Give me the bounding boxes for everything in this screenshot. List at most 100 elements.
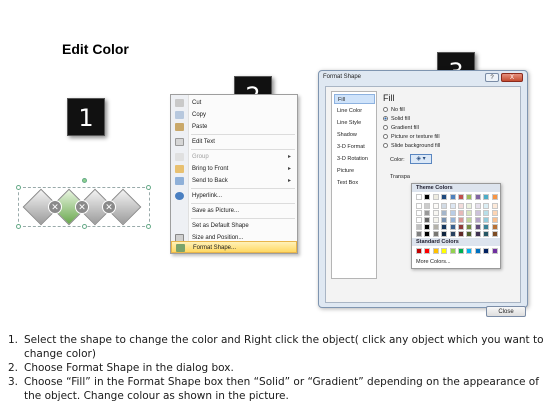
color-swatch[interactable] <box>491 210 498 216</box>
menu-item-set-default-shape[interactable]: Set as Default Shape <box>171 220 297 232</box>
standard-color-swatch[interactable] <box>416 248 422 254</box>
color-swatch[interactable] <box>491 217 498 223</box>
category-picture[interactable]: Picture <box>334 166 375 176</box>
color-swatch[interactable] <box>449 217 456 223</box>
color-swatch[interactable] <box>458 210 464 216</box>
color-picker-button[interactable]: ◈ ▾ <box>410 154 432 164</box>
color-swatch[interactable] <box>449 194 456 200</box>
color-swatch[interactable] <box>483 194 490 200</box>
color-swatch[interactable] <box>491 231 498 237</box>
color-swatch[interactable] <box>449 231 456 237</box>
help-button[interactable]: ? <box>485 73 499 82</box>
color-swatch[interactable] <box>424 231 431 237</box>
color-swatch[interactable] <box>449 224 456 230</box>
menu-item-paste[interactable]: Paste <box>171 121 297 133</box>
color-swatch[interactable] <box>483 217 490 223</box>
color-swatch[interactable] <box>416 203 422 209</box>
color-swatch[interactable] <box>474 203 481 209</box>
color-swatch[interactable] <box>449 210 456 216</box>
color-swatch[interactable] <box>441 217 448 223</box>
color-swatch[interactable] <box>458 224 464 230</box>
color-swatch[interactable] <box>441 194 448 200</box>
color-swatch[interactable] <box>432 203 439 209</box>
category-line-color[interactable]: Line Color <box>334 106 375 116</box>
menu-item-send-to-back[interactable]: Send to Back ▸ <box>171 175 297 187</box>
color-swatch[interactable] <box>466 194 473 200</box>
menu-item-group[interactable]: Group ▸ <box>171 151 297 163</box>
category-line-style[interactable]: Line Style <box>334 118 375 128</box>
standard-color-swatch[interactable] <box>474 248 481 254</box>
color-swatch[interactable] <box>432 217 439 223</box>
standard-color-swatch[interactable] <box>424 248 431 254</box>
color-swatch[interactable] <box>424 203 431 209</box>
color-swatch[interactable] <box>491 224 498 230</box>
radio-button[interactable] <box>383 116 388 121</box>
color-swatch[interactable] <box>424 217 431 223</box>
color-swatch[interactable] <box>416 224 422 230</box>
color-swatch[interactable] <box>458 203 464 209</box>
resize-handle[interactable] <box>82 224 87 229</box>
color-swatch[interactable] <box>441 210 448 216</box>
color-swatch[interactable] <box>466 203 473 209</box>
color-swatch[interactable] <box>466 224 473 230</box>
color-swatch[interactable] <box>416 194 422 200</box>
color-swatch[interactable] <box>491 203 498 209</box>
color-swatch[interactable] <box>474 231 481 237</box>
color-swatch[interactable] <box>432 231 439 237</box>
resize-handle[interactable] <box>16 185 21 190</box>
menu-item-bring-to-front[interactable]: Bring to Front ▸ <box>171 163 297 175</box>
color-swatch[interactable] <box>441 203 448 209</box>
radio-button[interactable] <box>383 107 388 112</box>
color-swatch[interactable] <box>491 194 498 200</box>
category-fill[interactable]: Fill <box>334 94 375 104</box>
color-swatch[interactable] <box>483 231 490 237</box>
color-swatch[interactable] <box>432 194 439 200</box>
radio-button[interactable] <box>383 125 388 130</box>
menu-item-copy[interactable]: Copy <box>171 109 297 121</box>
color-swatch[interactable] <box>424 194 431 200</box>
option-no-fill[interactable]: No fill <box>383 107 405 113</box>
color-swatch[interactable] <box>449 203 456 209</box>
menu-item-edit-text[interactable]: Edit Text <box>171 136 297 148</box>
category-3d-rotation[interactable]: 3-D Rotation <box>334 154 375 164</box>
resize-handle[interactable] <box>146 185 151 190</box>
selected-shape-group[interactable]: ✕ ✕ ✕ <box>16 178 151 233</box>
menu-item-format-shape[interactable]: Format Shape... <box>171 241 297 253</box>
radio-button[interactable] <box>383 134 388 139</box>
menu-item-save-as-picture[interactable]: Save as Picture... <box>171 205 297 217</box>
standard-color-swatch[interactable] <box>466 248 473 254</box>
color-swatch[interactable] <box>483 203 490 209</box>
category-text-box[interactable]: Text Box <box>334 178 375 188</box>
standard-color-swatch[interactable] <box>458 248 464 254</box>
color-swatch[interactable] <box>474 217 481 223</box>
color-swatch[interactable] <box>483 224 490 230</box>
resize-handle[interactable] <box>16 224 21 229</box>
menu-item-hyperlink[interactable]: Hyperlink... <box>171 190 297 202</box>
category-3d-format[interactable]: 3-D Format <box>334 142 375 152</box>
close-icon[interactable]: X <box>501 73 523 82</box>
color-swatch[interactable] <box>432 210 439 216</box>
option-solid-fill[interactable]: Solid fill <box>383 116 410 122</box>
close-button[interactable]: Close <box>486 306 526 317</box>
standard-color-swatch[interactable] <box>483 248 490 254</box>
category-shadow[interactable]: Shadow <box>334 130 375 140</box>
option-gradient-fill[interactable]: Gradient fill <box>383 125 419 131</box>
color-swatch[interactable] <box>474 210 481 216</box>
color-swatch[interactable] <box>458 217 464 223</box>
radio-button[interactable] <box>383 143 388 148</box>
color-swatch[interactable] <box>466 231 473 237</box>
color-swatch[interactable] <box>441 224 448 230</box>
standard-color-swatch[interactable] <box>432 248 439 254</box>
more-colors-link[interactable]: More Colors... <box>416 259 451 265</box>
color-swatch[interactable] <box>416 210 422 216</box>
standard-color-swatch[interactable] <box>449 248 456 254</box>
color-swatch[interactable] <box>432 224 439 230</box>
color-swatch[interactable] <box>466 217 473 223</box>
option-slide-background-fill[interactable]: Slide background fill <box>383 143 440 149</box>
color-swatch[interactable] <box>458 231 464 237</box>
option-picture-texture-fill[interactable]: Picture or texture fill <box>383 134 440 140</box>
color-swatch[interactable] <box>474 194 481 200</box>
color-swatch[interactable] <box>416 231 422 237</box>
color-swatch[interactable] <box>483 210 490 216</box>
color-swatch[interactable] <box>424 224 431 230</box>
